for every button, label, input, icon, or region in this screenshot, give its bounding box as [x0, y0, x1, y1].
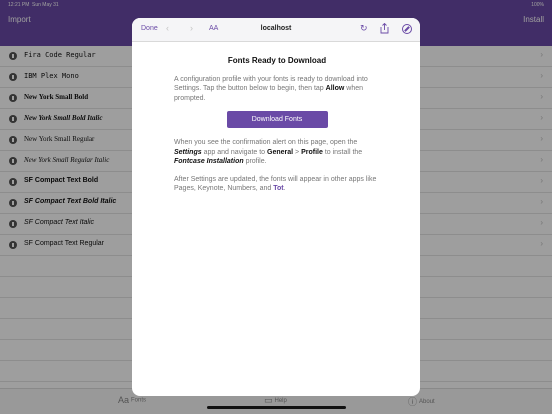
instructions-text-1: When you see the confirmation alert on t…	[174, 139, 358, 146]
reload-icon[interactable]: ↻	[360, 23, 368, 34]
tot-link[interactable]: Tot	[273, 185, 283, 192]
download-fonts-button[interactable]: Download Fonts	[226, 111, 328, 128]
download-button-wrap: Download Fonts	[174, 111, 380, 128]
web-sheet: Done ‹ › AA localhost ↻ Fonts Ready to D…	[132, 18, 420, 396]
intro-paragraph: A configuration profile with your fonts …	[174, 75, 380, 104]
after-paragraph: After Settings are updated, the fonts wi…	[174, 175, 380, 194]
allow-emphasis: Allow	[325, 85, 345, 92]
browser-toolbar: Done ‹ › AA localhost ↻	[132, 18, 420, 42]
compass-icon[interactable]	[402, 24, 412, 34]
profile-emphasis: Profile	[301, 148, 323, 156]
fontcase-installation-emphasis: Fontcase Installation	[174, 158, 244, 165]
share-icon[interactable]	[380, 23, 389, 34]
general-emphasis: General	[267, 148, 294, 156]
home-indicator	[207, 406, 346, 409]
page-heading: Fonts Ready to Download	[227, 56, 327, 65]
settings-emphasis: Settings	[174, 148, 202, 156]
instructions-text-2: app and navigate to	[201, 148, 268, 156]
url-title: localhost	[260, 25, 292, 32]
instructions-text-4: to install the	[322, 148, 363, 156]
instructions-paragraph: When you see the confirmation alert on t…	[174, 138, 380, 167]
instructions-text-5: profile.	[243, 158, 267, 165]
after-text-end: .	[283, 185, 286, 192]
page-content: Fonts Ready to Download A configuration …	[174, 56, 380, 202]
instructions-text-3: >	[293, 148, 302, 156]
